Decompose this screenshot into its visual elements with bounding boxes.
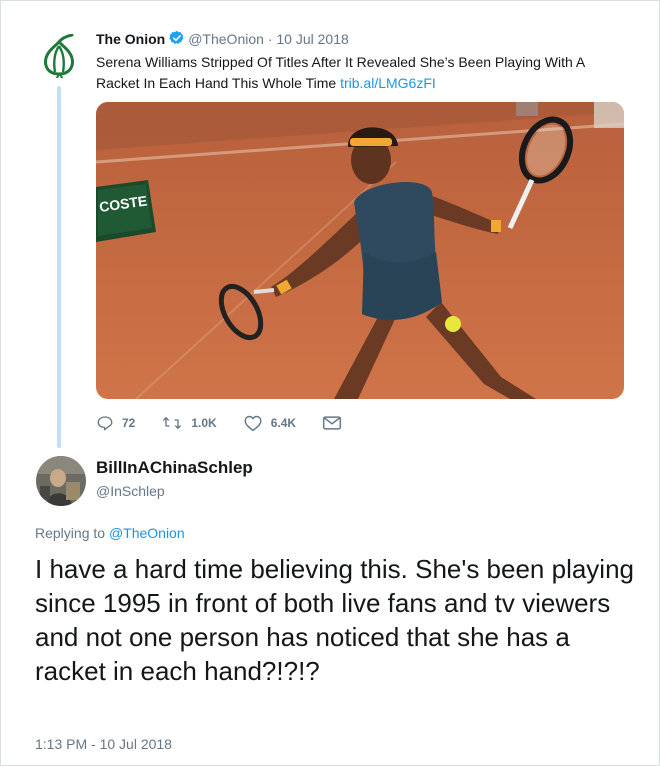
onion-logo-icon[interactable] (38, 34, 80, 78)
message-action[interactable] (322, 415, 350, 431)
reply-text: I have a hard time believing this. She's… (35, 554, 635, 686)
replying-prefix: Replying to (35, 525, 106, 541)
reply-count: 72 (122, 416, 136, 430)
tennis-ball (445, 316, 461, 332)
retweet-icon (163, 417, 182, 429)
replying-to-line: Replying to @TheOnion (35, 525, 185, 541)
message-icon (322, 416, 342, 430)
display-name[interactable]: The Onion (96, 31, 165, 47)
separator-dot: · (267, 31, 273, 47)
quoted-tweet-actions: 72 1.0K 6.4K (96, 412, 376, 434)
tweet-photo[interactable]: COSTE (96, 102, 624, 399)
quoted-tweet-header: The Onion @TheOnion · 10 Jul 2018 (96, 30, 349, 47)
tweet-date[interactable]: 10 Jul 2018 (276, 31, 348, 47)
court-sign: COSTE (96, 180, 156, 242)
reply-display-name[interactable]: BillInAChinaSchlep (96, 458, 253, 478)
handle[interactable]: @TheOnion (188, 31, 264, 47)
verified-icon (169, 30, 184, 44)
thread-connector-line (57, 86, 61, 448)
reply-handle[interactable]: @InSchlep (96, 483, 165, 499)
avatar-photo (36, 456, 86, 506)
replying-to-mention[interactable]: @TheOnion (109, 525, 185, 541)
quoted-tweet-text: Serena Williams Stripped Of Titles After… (96, 52, 626, 94)
like-action[interactable]: 6.4K (243, 414, 296, 432)
retweet-action[interactable]: 1.0K (161, 414, 217, 432)
article-link[interactable]: trib.al/LMG6zFI (340, 75, 436, 91)
avatar[interactable] (36, 456, 86, 506)
like-count: 6.4K (270, 416, 297, 430)
reply-timestamp[interactable]: 1:13 PM - 10 Jul 2018 (35, 736, 172, 752)
retweet-count: 1.0K (191, 416, 217, 430)
reply-action[interactable]: 72 (96, 414, 135, 432)
tennis-photo-illustration: COSTE (96, 102, 624, 399)
reply-icon (97, 416, 113, 431)
like-icon (244, 415, 262, 432)
